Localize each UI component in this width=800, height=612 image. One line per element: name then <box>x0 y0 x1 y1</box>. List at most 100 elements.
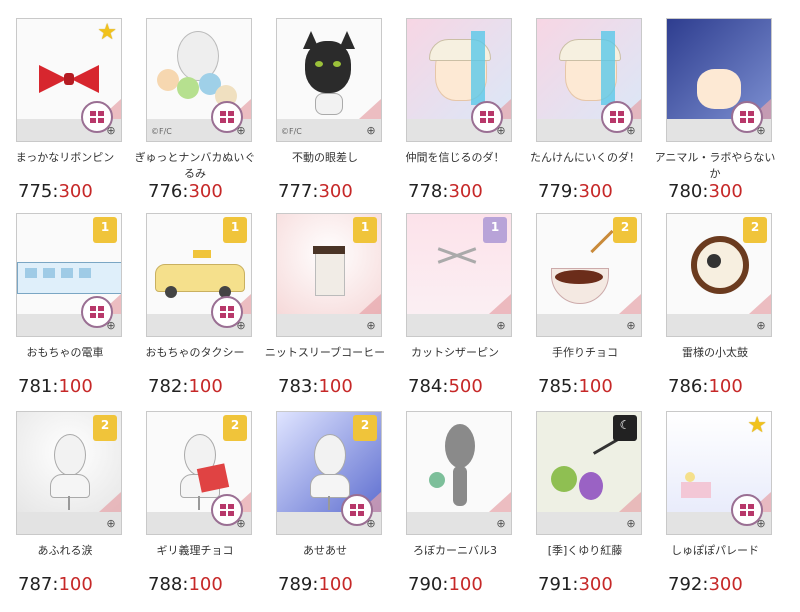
copyright-text: ©F/C <box>281 127 302 136</box>
rank-badge: 2 <box>743 217 767 243</box>
item-cell: ⊕ 仲間を信じるのダ！ 778:300 <box>390 0 520 202</box>
zoom-icon[interactable]: ⊕ <box>234 124 248 138</box>
corner-decoration <box>489 294 511 314</box>
rank-badge: 1 <box>93 217 117 243</box>
item-grid: ⊕ ★ まっかなリボンピン 775:300 ©F/C ⊕ ぎゅっとナンバカぬいぐるみ 776:… <box>0 0 800 612</box>
zoom-icon[interactable]: ⊕ <box>624 124 638 138</box>
zoom-icon[interactable]: ⊕ <box>234 319 248 333</box>
item-cost: 300 <box>578 574 613 595</box>
star-badge-icon: ★ <box>97 20 117 45</box>
item-cell: ⊕ 1 ニットスリーブコーヒー 783:100 <box>260 195 390 397</box>
item-thumbnail[interactable]: ⊕ ★ <box>666 411 772 535</box>
item-cell: ⊕ 2 手作りチョコ 785:100 <box>520 195 650 397</box>
item-cell: ⊕ 1 おもちゃの電車 781:100 <box>0 195 130 397</box>
zoom-icon[interactable]: ⊕ <box>364 319 378 333</box>
rank-badge: 1 <box>353 217 377 243</box>
zoom-icon[interactable]: ⊕ <box>364 517 378 531</box>
item-thumbnail[interactable]: ©F/C ⊕ <box>146 18 252 142</box>
item-name: まっかなリボンピン <box>15 151 115 164</box>
zoom-icon[interactable]: ⊕ <box>754 517 768 531</box>
item-id: 787 <box>18 574 53 595</box>
item-thumbnail[interactable]: ⊕ 2 <box>276 411 382 535</box>
moon-badge-icon: ☾ <box>613 415 637 441</box>
item-cell: ⊕ ★ しゅぽぽパレード 792:300 <box>650 393 780 595</box>
item-name: [季]くゆり紅藤 <box>547 544 623 557</box>
item-cell: ⊕ 1 カットシザーピン 784:500 <box>390 195 520 397</box>
rank-badge: 1 <box>223 217 247 243</box>
item-cell: ⊕ たんけんにいくのダ！ 779:300 <box>520 0 650 202</box>
zoom-icon[interactable]: ⊕ <box>104 319 118 333</box>
item-cell: ⊕ ろぼカーニバル3 790:100 <box>390 393 520 595</box>
item-name: ろぼカーニバル3 <box>413 544 497 557</box>
item-name: カットシザーピン <box>411 346 499 359</box>
corner-decoration <box>489 492 511 512</box>
zoom-icon[interactable]: ⊕ <box>494 124 508 138</box>
zoom-icon[interactable]: ⊕ <box>754 319 768 333</box>
item-cost: 100 <box>448 574 483 595</box>
item-cell: ⊕ ★ まっかなリボンピン 775:300 <box>0 0 130 202</box>
item-code: 788:100 <box>148 574 223 595</box>
corner-decoration <box>619 492 641 512</box>
star-badge-icon: ★ <box>747 413 767 438</box>
item-thumbnail[interactable]: ⊕ <box>406 18 512 142</box>
rank-badge: 2 <box>613 217 637 243</box>
item-cell: ⊕ ☾ [季]くゆり紅藤 791:300 <box>520 393 650 595</box>
item-cell: ©F/C ⊕ ぎゅっとナンバカぬいぐるみ 776:300 <box>130 0 260 202</box>
item-thumbnail[interactable]: ⊕ 2 <box>536 213 642 337</box>
item-id: 792 <box>668 574 703 595</box>
item-thumbnail[interactable]: ⊕ ☾ <box>536 411 642 535</box>
zoom-icon[interactable]: ⊕ <box>104 517 118 531</box>
item-thumbnail[interactable]: ⊕ <box>666 18 772 142</box>
rank-badge: 2 <box>353 415 377 441</box>
item-id: 791 <box>538 574 573 595</box>
item-name: ぎゅっとナンバカぬいぐるみ <box>134 151 256 180</box>
zoom-icon[interactable]: ⊕ <box>104 124 118 138</box>
item-id: 788 <box>148 574 183 595</box>
item-name: ギリ義理チョコ <box>156 544 234 557</box>
zoom-icon[interactable]: ⊕ <box>234 517 248 531</box>
item-name: 不動の眼差し <box>292 151 358 164</box>
zoom-icon[interactable]: ⊕ <box>494 319 508 333</box>
item-thumbnail[interactable]: ⊕ 1 <box>16 213 122 337</box>
item-name: 仲間を信じるのダ！ <box>405 151 505 164</box>
item-thumbnail[interactable]: ⊕ 1 <box>276 213 382 337</box>
zoom-icon[interactable]: ⊕ <box>364 124 378 138</box>
item-thumbnail[interactable]: ©F/C ⊕ <box>276 18 382 142</box>
item-cost: 300 <box>708 574 743 595</box>
item-thumbnail[interactable]: ⊕ 2 <box>666 213 772 337</box>
item-cost: 100 <box>58 574 93 595</box>
item-name: たんけんにいくのダ！ <box>530 151 640 164</box>
rank-badge: 2 <box>93 415 117 441</box>
zoom-icon[interactable]: ⊕ <box>494 517 508 531</box>
item-code: 790:100 <box>408 574 483 595</box>
item-cost: 100 <box>318 574 353 595</box>
item-thumbnail[interactable]: ⊕ 2 <box>16 411 122 535</box>
item-cell: ©F/C ⊕ 不動の眼差し 777:300 <box>260 0 390 202</box>
item-thumbnail[interactable]: ⊕ <box>406 411 512 535</box>
zoom-icon[interactable]: ⊕ <box>624 517 638 531</box>
item-name: あふれる涙 <box>37 544 93 557</box>
item-thumbnail[interactable]: ⊕ <box>536 18 642 142</box>
corner-decoration <box>359 294 381 314</box>
item-thumbnail[interactable]: ⊕ 2 <box>146 411 252 535</box>
item-cell: ⊕ 2 雷様の小太鼓 786:100 <box>650 195 780 397</box>
item-name: 手作りチョコ <box>552 346 618 359</box>
item-name: あせあせ <box>303 544 347 557</box>
corner-decoration <box>359 99 381 119</box>
copyright-text: ©F/C <box>151 127 172 136</box>
rank-badge: 1 <box>483 217 507 243</box>
item-name: アニマル・ラボやらないか <box>654 151 776 180</box>
item-thumbnail[interactable]: ⊕ 1 <box>146 213 252 337</box>
item-code: 787:100 <box>18 574 93 595</box>
item-cell: ⊕ 2 あせあせ 789:100 <box>260 393 390 595</box>
item-thumbnail[interactable]: ⊕ 1 <box>406 213 512 337</box>
item-cost: 100 <box>188 574 223 595</box>
item-cell: ⊕ 2 ギリ義理チョコ 788:100 <box>130 393 260 595</box>
item-thumbnail[interactable]: ⊕ ★ <box>16 18 122 142</box>
item-cell: ⊕ 1 おもちゃのタクシー 782:100 <box>130 195 260 397</box>
item-name: しゅぽぽパレード <box>671 544 759 557</box>
zoom-icon[interactable]: ⊕ <box>754 124 768 138</box>
zoom-icon[interactable]: ⊕ <box>624 319 638 333</box>
item-name: 雷様の小太鼓 <box>682 346 748 359</box>
item-name: おもちゃの電車 <box>26 346 104 359</box>
